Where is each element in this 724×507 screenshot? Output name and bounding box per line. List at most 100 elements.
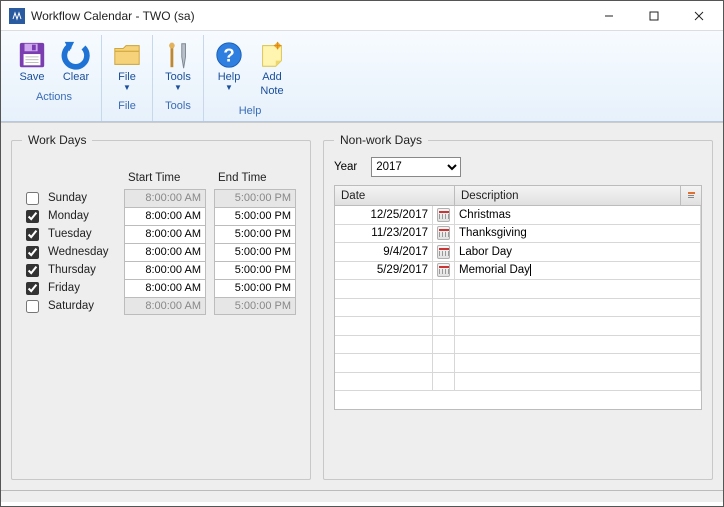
table-row[interactable] — [335, 299, 701, 318]
day-wednesday[interactable]: Wednesday — [22, 243, 114, 261]
end-time-cell[interactable]: 5:00:00 PM — [214, 225, 296, 243]
table-row[interactable]: 11/23/2017 Thanksgiving — [335, 225, 701, 244]
clear-button[interactable]: Clear — [55, 35, 97, 87]
table-row[interactable]: 12/25/2017 Christmas — [335, 206, 701, 225]
ribbon-group-actions: SaveClearActions — [7, 35, 102, 121]
svg-text:?: ? — [223, 45, 234, 66]
end-time-header: End Time — [214, 167, 296, 189]
table-row[interactable] — [335, 354, 701, 373]
file-button[interactable]: File▼ — [106, 35, 148, 96]
table-row[interactable]: 9/4/2017 Labor Day — [335, 243, 701, 262]
status-bar — [1, 490, 723, 502]
grid-options-button[interactable] — [681, 186, 701, 205]
end-time-cell[interactable]: 5:00:00 PM — [214, 279, 296, 297]
start-time-cell[interactable]: 8:00:00 AM — [124, 243, 206, 261]
description-cell[interactable] — [455, 336, 701, 354]
date-picker-button[interactable] — [433, 299, 455, 317]
maximize-button[interactable] — [631, 2, 676, 30]
date-picker-button[interactable] — [433, 336, 455, 354]
description-cell[interactable] — [455, 280, 701, 298]
end-time-cell[interactable]: 5:00:00 PM — [214, 207, 296, 225]
date-cell[interactable] — [335, 354, 433, 372]
description-cell[interactable] — [455, 354, 701, 372]
description-cell[interactable] — [455, 373, 701, 391]
start-time-cell[interactable]: 8:00:00 AM — [124, 207, 206, 225]
tools-icon — [162, 39, 194, 71]
table-row[interactable] — [335, 317, 701, 336]
date-cell[interactable] — [335, 299, 433, 317]
table-row[interactable] — [335, 373, 701, 392]
day-label: Monday — [48, 210, 89, 222]
save-button[interactable]: Save — [11, 35, 53, 87]
table-row[interactable] — [335, 336, 701, 355]
date-picker-button[interactable] — [433, 206, 455, 224]
date-cell[interactable] — [335, 336, 433, 354]
save-label: Save — [19, 72, 44, 83]
col-desc-header[interactable]: Description — [455, 186, 681, 205]
start-time-cell[interactable]: 8:00:00 AM — [124, 225, 206, 243]
date-picker-button[interactable] — [433, 243, 455, 261]
date-picker-button[interactable] — [433, 225, 455, 243]
help-button[interactable]: ?Help▼ — [208, 35, 250, 101]
calendar-icon — [439, 248, 449, 256]
date-cell[interactable]: 12/25/2017 — [335, 206, 433, 224]
day-checkbox-friday[interactable] — [26, 282, 39, 295]
day-friday[interactable]: Friday — [22, 279, 114, 297]
day-checkbox-tuesday[interactable] — [26, 228, 39, 241]
description-cell[interactable]: Thanksgiving — [455, 225, 701, 243]
date-picker-button[interactable] — [433, 262, 455, 280]
day-sunday[interactable]: Sunday — [22, 189, 114, 207]
start-time-header: Start Time — [124, 167, 206, 189]
date-cell[interactable]: 5/29/2017 — [335, 262, 433, 280]
day-checkbox-thursday[interactable] — [26, 264, 39, 277]
day-saturday[interactable]: Saturday — [22, 297, 114, 315]
table-row[interactable] — [335, 280, 701, 299]
ribbon-group-file: File▼File — [102, 35, 153, 121]
day-checkbox-wednesday[interactable] — [26, 246, 39, 259]
ribbon-group-help: ?Help▼AddNoteHelp — [204, 35, 296, 121]
end-time-cell[interactable]: 5:00:00 PM — [214, 243, 296, 261]
date-picker-button[interactable] — [433, 317, 455, 335]
date-picker-button[interactable] — [433, 280, 455, 298]
date-picker-button[interactable] — [433, 354, 455, 372]
app-icon — [9, 8, 25, 24]
end-time-column: End Time 5:00:00 PM5:00:00 PM5:00:00 PM5… — [214, 167, 296, 315]
end-time-cell[interactable]: 5:00:00 PM — [214, 261, 296, 279]
date-cell[interactable] — [335, 280, 433, 298]
help-icon: ? — [213, 39, 245, 71]
day-label: Tuesday — [48, 228, 92, 240]
col-date-header[interactable]: Date — [335, 186, 455, 205]
day-checkbox-list: Sunday Monday Tuesday Wednesday ThursdayFrid… — [22, 189, 114, 315]
day-monday[interactable]: Monday — [22, 207, 114, 225]
table-row[interactable]: 5/29/2017 Memorial Day — [335, 262, 701, 281]
start-time-cell[interactable]: 8:00:00 AM — [124, 261, 206, 279]
day-checkbox-saturday[interactable] — [26, 300, 39, 313]
undo-icon — [60, 39, 92, 71]
start-time-cell[interactable]: 8:00:00 AM — [124, 279, 206, 297]
description-cell[interactable] — [455, 299, 701, 317]
day-tuesday[interactable]: Tuesday — [22, 225, 114, 243]
date-cell[interactable]: 11/23/2017 — [335, 225, 433, 243]
day-label: Wednesday — [48, 246, 109, 258]
description-cell[interactable]: Christmas — [455, 206, 701, 224]
tools-button[interactable]: Tools▼ — [157, 35, 199, 96]
work-days-legend: Work Days — [22, 133, 92, 147]
addnote-button[interactable]: AddNote — [252, 35, 292, 101]
grid-body[interactable]: 12/25/2017 Christmas 11/23/2017 Thanksgivin… — [335, 206, 701, 409]
day-thursday[interactable]: Thursday — [22, 261, 114, 279]
description-cell[interactable] — [455, 317, 701, 335]
day-checkbox-monday[interactable] — [26, 210, 39, 223]
minimize-button[interactable] — [586, 2, 631, 30]
date-cell[interactable] — [335, 373, 433, 391]
file-label: File — [118, 72, 136, 83]
day-checkbox-sunday[interactable] — [26, 192, 39, 205]
year-select[interactable]: 2017 — [371, 157, 461, 177]
description-cell[interactable]: Labor Day — [455, 243, 701, 261]
date-cell[interactable] — [335, 317, 433, 335]
description-cell[interactable]: Memorial Day — [455, 262, 701, 280]
date-picker-button[interactable] — [433, 373, 455, 391]
date-cell[interactable]: 9/4/2017 — [335, 243, 433, 261]
year-label: Year — [334, 161, 357, 173]
end-time-cell: 5:00:00 PM — [214, 189, 296, 207]
close-button[interactable] — [676, 2, 721, 30]
